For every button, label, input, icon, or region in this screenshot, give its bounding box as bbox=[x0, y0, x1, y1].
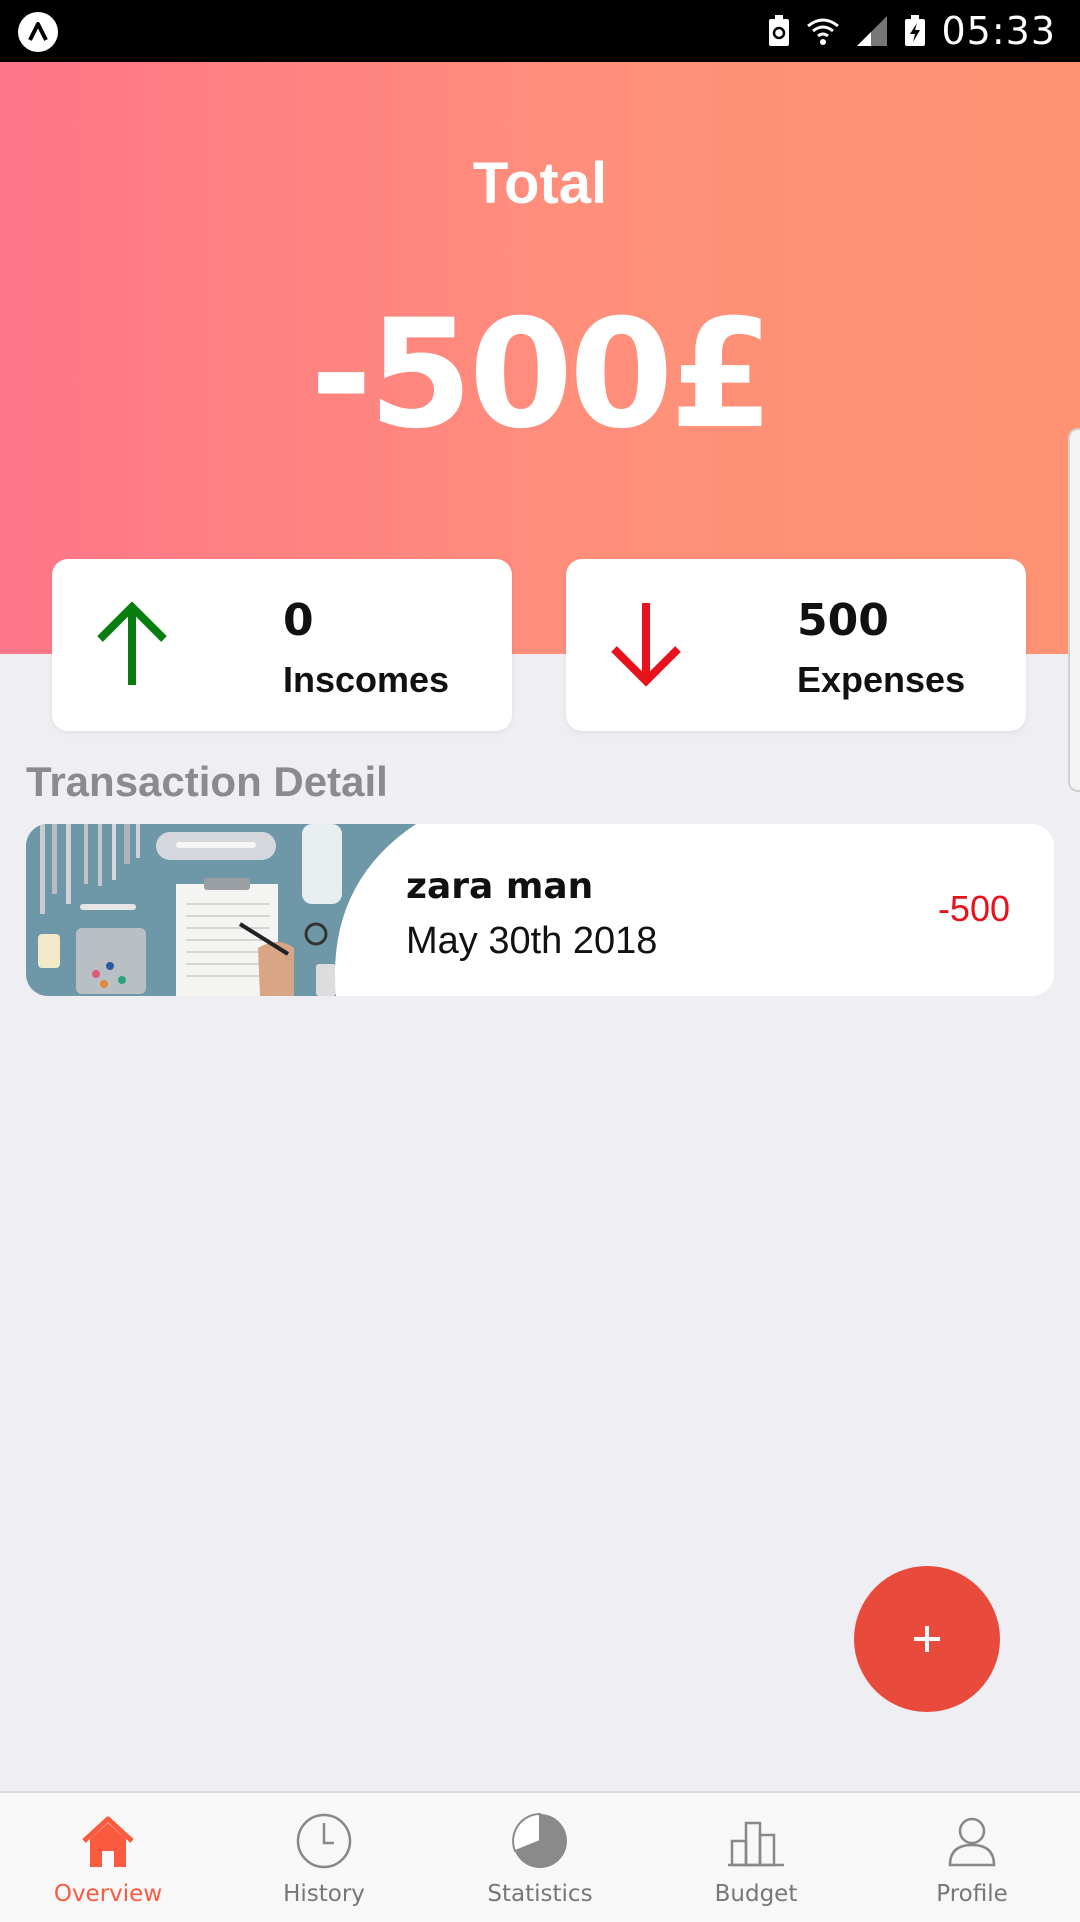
app-a-icon bbox=[18, 12, 58, 52]
signal-icon bbox=[857, 16, 888, 46]
income-card[interactable]: 0 Inscomes bbox=[52, 559, 512, 731]
status-bar: 05:33 bbox=[0, 0, 1080, 62]
arrow-down-icon bbox=[611, 603, 681, 687]
transaction-amount: -500 bbox=[937, 888, 1010, 929]
nav-label-statistics: Statistics bbox=[487, 1881, 593, 1907]
person-icon bbox=[948, 1817, 996, 1867]
home-icon bbox=[82, 1816, 134, 1867]
nav-item-history[interactable]: History bbox=[216, 1793, 432, 1922]
nav-label-profile: Profile bbox=[936, 1881, 1008, 1907]
nav-item-statistics[interactable]: Statistics bbox=[432, 1793, 648, 1922]
bottom-nav: Overview History Statistics Budget Profi… bbox=[0, 1791, 1080, 1922]
status-time: 05:33 bbox=[941, 9, 1056, 53]
pie-chart-icon bbox=[512, 1812, 567, 1868]
transaction-date: May 30th 2018 bbox=[406, 920, 658, 962]
income-value: 0 bbox=[283, 595, 314, 646]
transaction-row[interactable]: zara man May 30th 2018 -500 bbox=[26, 824, 1054, 996]
nav-item-budget[interactable]: Budget bbox=[648, 1793, 864, 1922]
clock-icon bbox=[296, 1813, 352, 1869]
battery-saver-icon bbox=[769, 15, 790, 46]
nav-item-profile[interactable]: Profile bbox=[864, 1793, 1080, 1922]
total-amount: -500£ bbox=[310, 288, 774, 462]
edge-panel-handle[interactable] bbox=[1068, 428, 1080, 792]
expense-value: 500 bbox=[797, 595, 889, 646]
arrow-up-icon bbox=[97, 601, 167, 685]
wifi-icon bbox=[807, 18, 840, 45]
bar-chart-icon bbox=[728, 1821, 784, 1867]
plus-icon bbox=[914, 1626, 940, 1652]
expense-label: Expenses bbox=[797, 659, 966, 700]
image-curve-mask bbox=[335, 824, 546, 996]
section-title: Transaction Detail bbox=[26, 758, 388, 805]
status-icons: 05:33 bbox=[767, 0, 1056, 62]
nav-label-overview: Overview bbox=[53, 1881, 163, 1907]
nav-item-overview[interactable]: Overview bbox=[0, 1793, 216, 1922]
battery-charging-icon bbox=[905, 15, 926, 46]
expense-card[interactable]: 500 Expenses bbox=[566, 559, 1026, 731]
add-transaction-button[interactable] bbox=[854, 1566, 1000, 1712]
nav-label-budget: Budget bbox=[714, 1881, 798, 1907]
nav-label-history: History bbox=[283, 1881, 365, 1907]
total-label: Total bbox=[472, 151, 608, 216]
income-label: Inscomes bbox=[283, 659, 450, 700]
transaction-title: zara man bbox=[406, 866, 594, 907]
